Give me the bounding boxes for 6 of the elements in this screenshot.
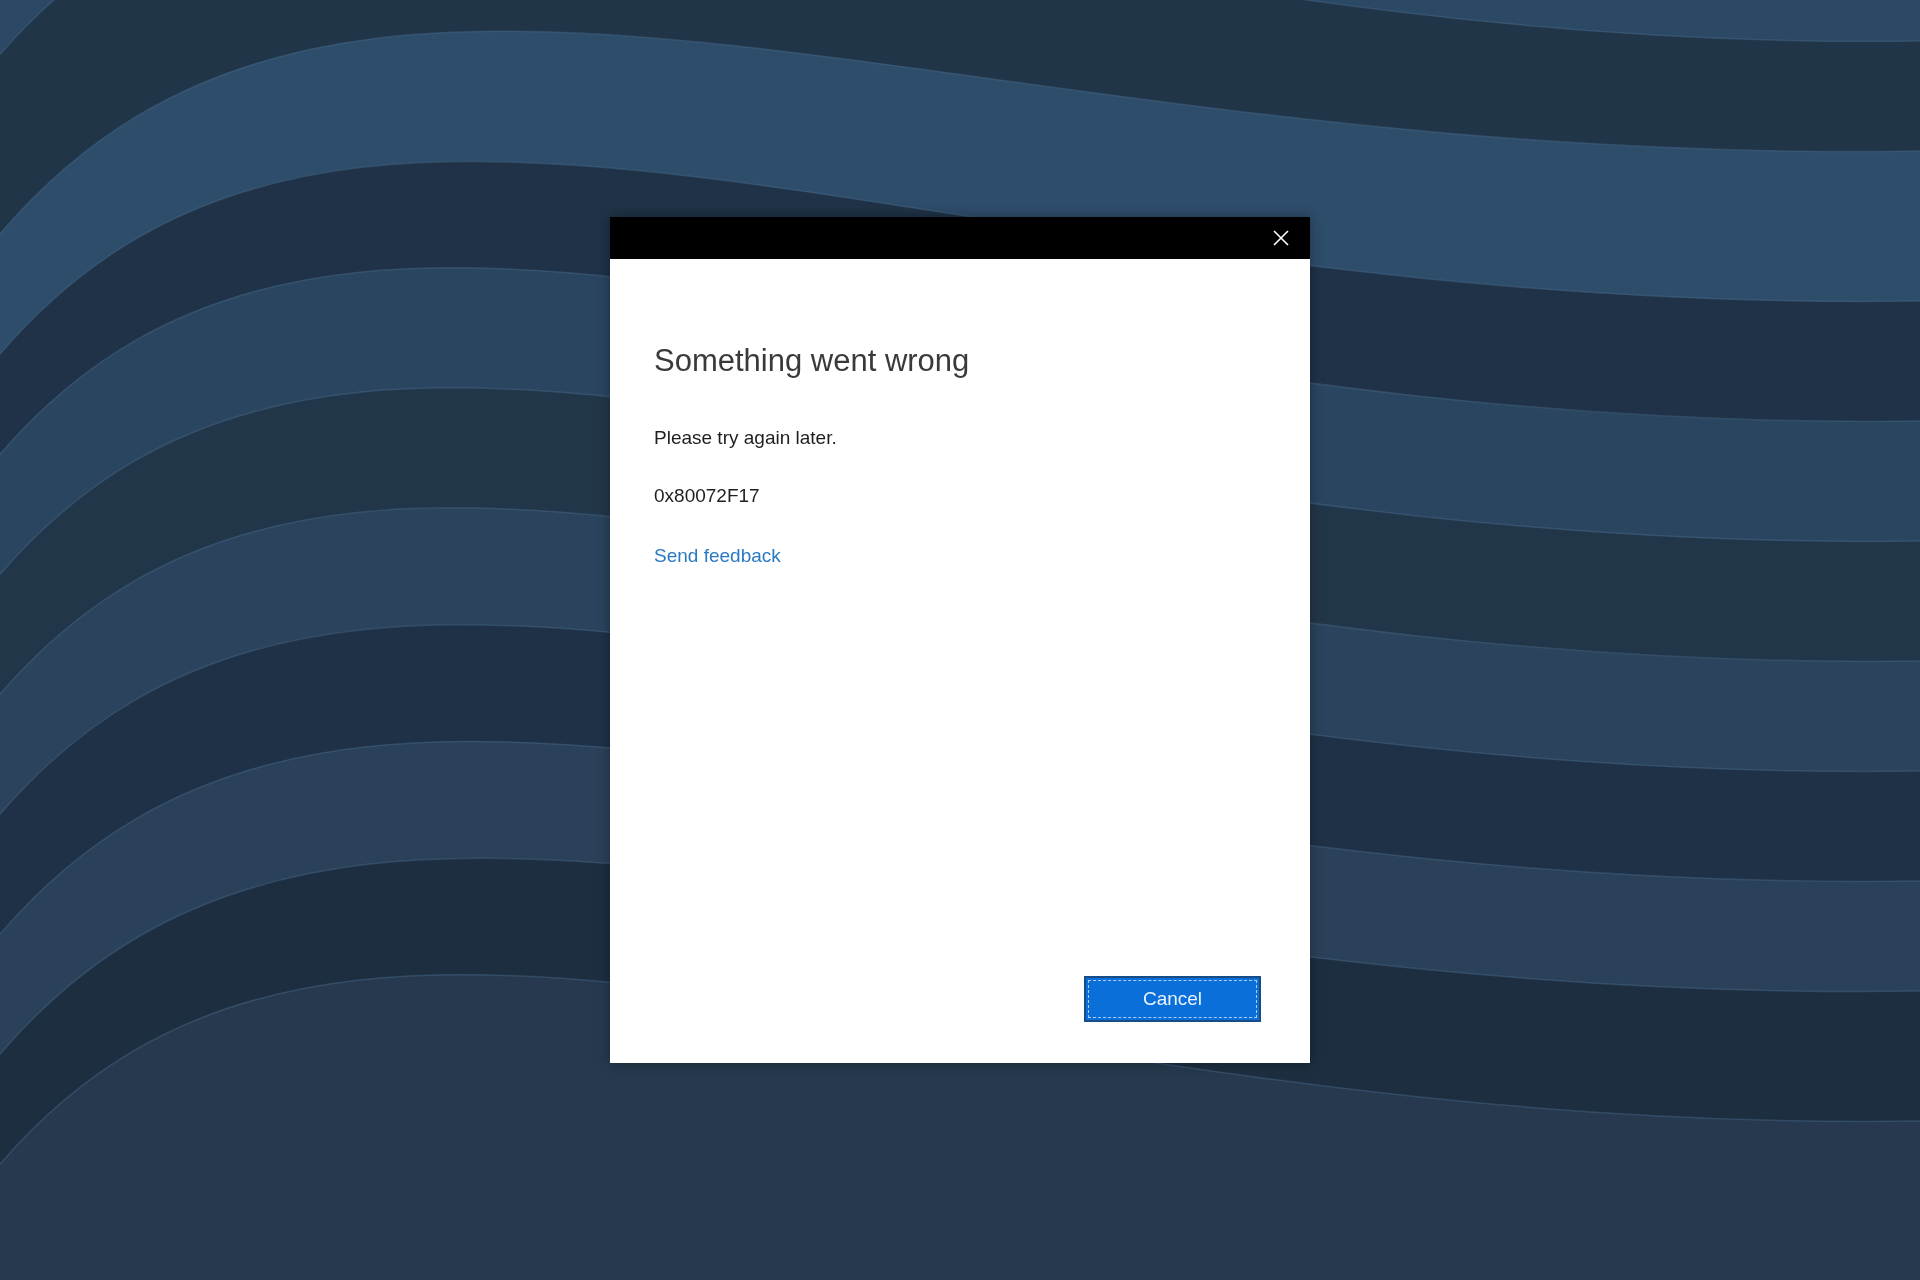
error-message: Please try again later.: [654, 426, 838, 450]
send-feedback-link[interactable]: Send feedback: [654, 544, 781, 568]
close-icon: [1273, 230, 1289, 246]
cancel-button[interactable]: Cancel: [1084, 976, 1261, 1022]
error-code: 0x80072F17: [654, 484, 761, 508]
dialog-title: Something went wrong: [654, 343, 971, 379]
